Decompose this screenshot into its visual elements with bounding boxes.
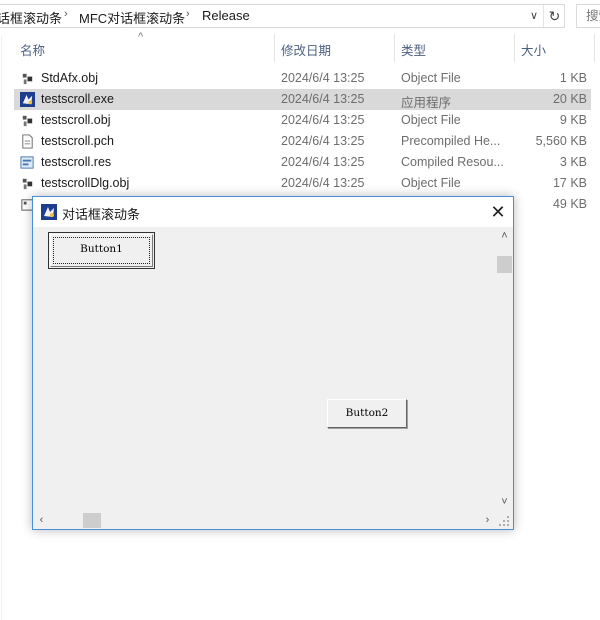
file-row[interactable]: testscroll.obj 2024/6/4 13:25 Object Fil… <box>14 110 591 131</box>
file-type: Object File <box>401 176 461 190</box>
close-icon[interactable]: ✕ <box>483 197 513 227</box>
column-divider[interactable] <box>274 34 275 62</box>
button2[interactable]: Button2 <box>327 399 407 428</box>
button1[interactable]: Button1 <box>48 232 155 269</box>
file-row[interactable]: testscrollDlg.obj 2024/6/4 13:25 Object … <box>14 173 591 194</box>
column-header-size[interactable]: 大小 <box>521 40 546 59</box>
column-header-date[interactable]: 修改日期 <box>281 40 331 59</box>
horizontal-scrollbar[interactable]: ‹ › <box>33 511 496 529</box>
file-name: testscroll.res <box>41 155 112 169</box>
obj-file-icon <box>22 178 33 190</box>
file-size: 1 KB <box>559 71 587 85</box>
scroll-up-icon[interactable]: ˄ <box>496 228 513 245</box>
file-size: 9 KB <box>559 113 587 127</box>
address-bar-row: 话框滚动条 › MFC对话框滚动条 › Release ∨ ↻ 搜索 <box>0 0 600 33</box>
scroll-right-icon[interactable]: › <box>479 511 496 529</box>
breadcrumb-parent[interactable]: 话框滚动条 <box>0 8 62 27</box>
dialog-title-bar[interactable]: 对话框滚动条 ✕ <box>33 197 513 227</box>
horizontal-scroll-thumb[interactable] <box>83 513 101 528</box>
column-header-name[interactable]: 名称 <box>20 40 45 59</box>
column-header-type[interactable]: 类型 <box>401 40 426 59</box>
file-date: 2024/6/4 13:25 <box>281 71 365 85</box>
sort-ascending-icon: ^ <box>138 31 144 43</box>
file-date: 2024/6/4 13:25 <box>281 176 365 190</box>
column-divider[interactable] <box>394 34 395 62</box>
scroll-dialog-window: 对话框滚动条 ✕ Button1 Button2 ˄ ˅ ‹ › <box>32 196 514 530</box>
file-name: testscrollDlg.obj <box>41 176 130 190</box>
file-row[interactable]: testscroll.res 2024/6/4 13:25 Compiled R… <box>14 152 591 173</box>
file-size: 3 KB <box>559 155 587 169</box>
file-type: 应用程序 <box>401 96 452 110</box>
mfc-app-icon <box>41 204 57 220</box>
dialog-title: 对话框滚动条 <box>62 207 141 222</box>
nav-pane-divider <box>1 36 2 620</box>
exe-app-icon <box>20 92 35 107</box>
file-size: 17 KB <box>552 176 587 190</box>
search-input[interactable]: 搜索 <box>576 4 600 28</box>
vertical-scroll-thumb[interactable] <box>497 256 512 273</box>
breadcrumb-current[interactable]: Release <box>202 8 250 23</box>
file-size: 20 KB <box>552 92 587 106</box>
file-size: 49 KB <box>552 197 587 211</box>
file-name: StdAfx.obj <box>41 71 98 85</box>
button1-label: Button1 <box>80 243 123 255</box>
vertical-scrollbar[interactable]: ˄ ˅ <box>496 227 513 509</box>
file-date: 2024/6/4 13:25 <box>281 113 365 127</box>
file-type: Object File <box>401 113 461 127</box>
file-name: testscroll.exe <box>41 92 114 106</box>
file-type: Compiled Resou... <box>401 155 504 169</box>
scroll-left-icon[interactable]: ‹ <box>33 511 50 529</box>
address-dropdown-icon[interactable]: ∨ <box>525 6 543 26</box>
obj-file-icon <box>22 115 33 127</box>
breadcrumb-separator-icon[interactable]: › <box>186 8 190 20</box>
file-date: 2024/6/4 13:25 <box>281 155 365 169</box>
pch-file-icon <box>22 134 33 149</box>
file-row[interactable]: StdAfx.obj 2024/6/4 13:25 Object File 1 … <box>14 68 591 89</box>
file-type: Object File <box>401 71 461 85</box>
column-divider[interactable] <box>594 34 595 62</box>
file-row[interactable]: testscroll.pch 2024/6/4 13:25 Precompile… <box>14 131 591 152</box>
refresh-icon[interactable]: ↻ <box>543 5 565 27</box>
obj-file-icon <box>22 73 33 85</box>
res-file-icon <box>20 156 34 169</box>
breadcrumb-separator-icon[interactable]: › <box>64 8 68 20</box>
file-date: 2024/6/4 13:25 <box>281 134 365 148</box>
file-name: testscroll.obj <box>41 113 111 127</box>
file-name: testscroll.pch <box>41 134 114 148</box>
scroll-down-icon[interactable]: ˅ <box>496 494 513 511</box>
file-row[interactable]: testscroll.exe 2024/6/4 13:25 应用程序 20 KB <box>14 89 591 110</box>
resize-grip-icon[interactable] <box>498 515 510 527</box>
breadcrumb-project[interactable]: MFC对话框滚动条 <box>79 8 185 27</box>
file-size: 5,560 KB <box>535 134 587 148</box>
file-date: 2024/6/4 13:25 <box>281 92 365 106</box>
file-type: Precompiled He... <box>401 134 501 148</box>
column-divider[interactable] <box>514 34 515 62</box>
